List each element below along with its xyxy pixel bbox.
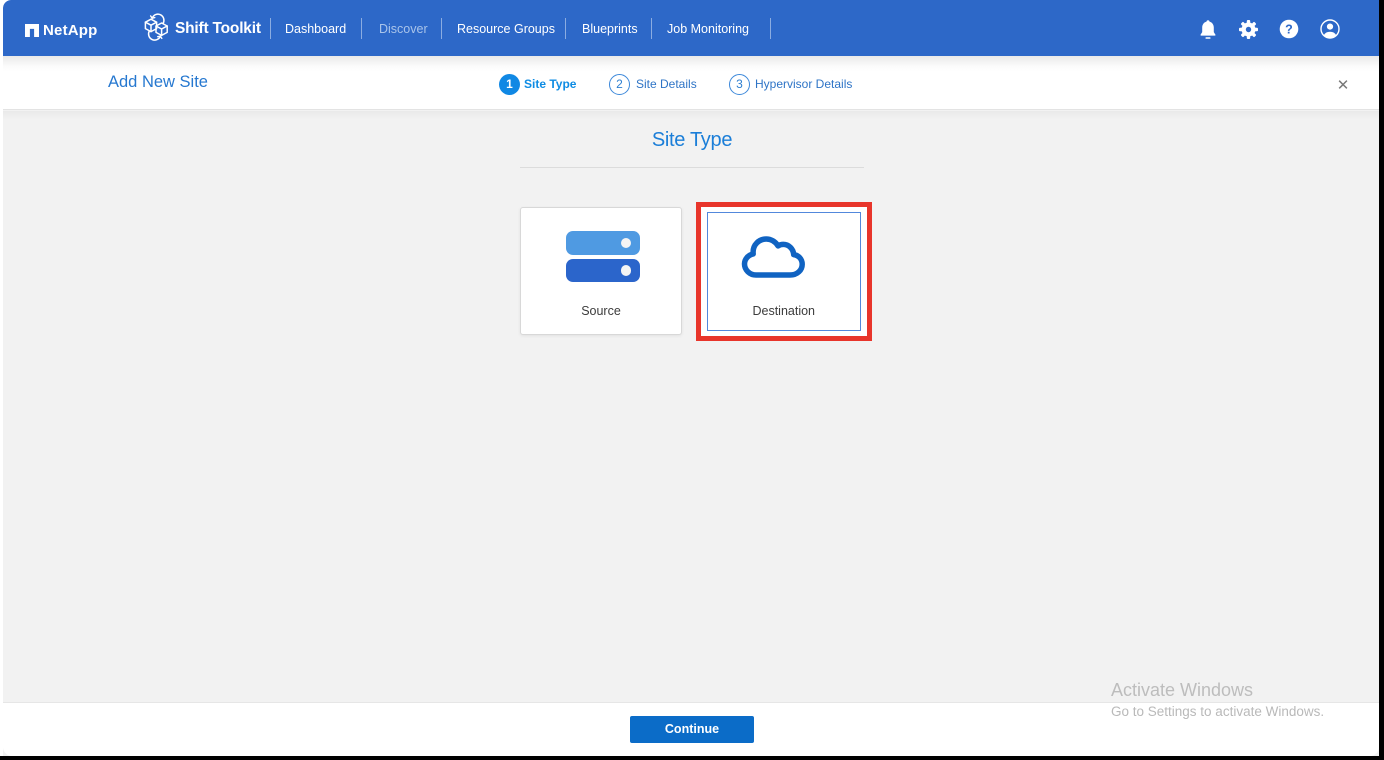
- svg-text:?: ?: [1285, 22, 1293, 36]
